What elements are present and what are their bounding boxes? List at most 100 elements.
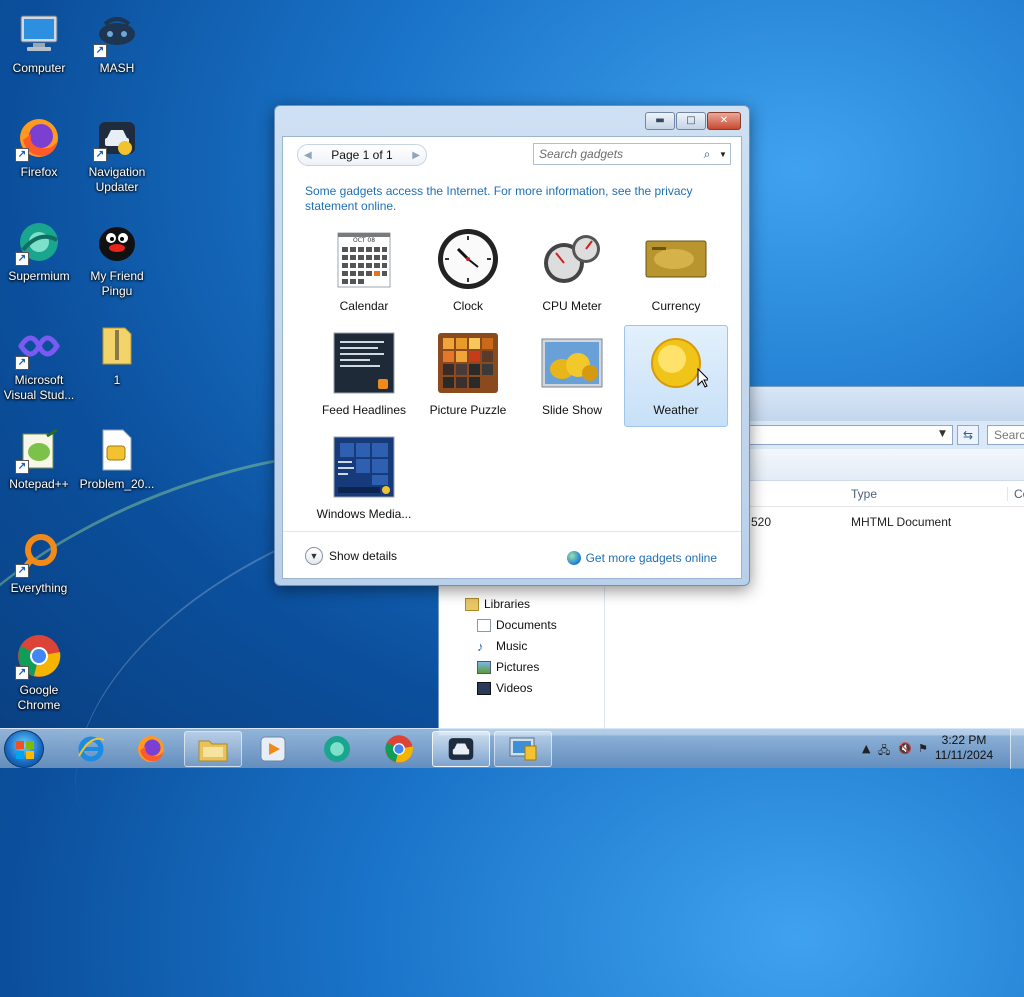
clock-time: 3:22 PM bbox=[941, 733, 987, 747]
nav-item-videos[interactable]: Videos bbox=[477, 681, 532, 695]
taskbar-internet-explorer[interactable] bbox=[62, 731, 120, 767]
explorer-search-input[interactable]: Searc bbox=[987, 425, 1024, 445]
gadget-cpu-meter[interactable]: CPU Meter bbox=[520, 221, 624, 323]
nav-item-documents[interactable]: Documents bbox=[477, 618, 557, 632]
desktop-gadgets-icon bbox=[509, 737, 537, 761]
clock-icon bbox=[436, 227, 500, 291]
shortcut-arrow-icon: ↗ bbox=[15, 666, 29, 680]
get-more-gadgets-label: Get more gadgets online bbox=[585, 551, 717, 565]
taskbar-gadgets[interactable] bbox=[494, 731, 552, 767]
clock[interactable]: 3:22 PM 11/11/2024 bbox=[924, 733, 1004, 763]
desktop-icon-supermium[interactable]: ↗ Supermium bbox=[0, 218, 78, 284]
nav-item-label: Documents bbox=[496, 618, 557, 632]
everything-search-icon: ↗ bbox=[15, 530, 63, 578]
footer-divider bbox=[283, 531, 741, 532]
taskbar-chrome[interactable] bbox=[370, 731, 428, 767]
maximize-button[interactable]: □ bbox=[676, 112, 706, 130]
gadget-currency[interactable]: Currency bbox=[624, 221, 728, 323]
search-icon[interactable]: ⌕ bbox=[698, 147, 716, 162]
chrome-icon bbox=[385, 735, 413, 763]
shortcut-arrow-icon: ↗ bbox=[15, 356, 29, 370]
network-icon[interactable]: 🖧 bbox=[878, 742, 890, 761]
show-details-label: Show details bbox=[329, 549, 398, 563]
address-dropdown-icon[interactable]: ▼ bbox=[939, 429, 946, 439]
nav-item-libraries[interactable]: Libraries bbox=[465, 597, 530, 611]
previous-page-icon[interactable]: ◀ bbox=[304, 150, 312, 161]
desktop-icon-label: Problem_20... bbox=[79, 477, 155, 491]
shortcut-arrow-icon: ↗ bbox=[15, 564, 29, 578]
desktop-icon-computer[interactable]: Computer bbox=[0, 10, 78, 76]
refresh-button[interactable]: ⇆ bbox=[957, 425, 979, 445]
taskbar-media-player[interactable] bbox=[244, 731, 302, 767]
firefox-icon: ↗ bbox=[15, 114, 63, 162]
gadget-label: Picture Puzzle bbox=[429, 403, 507, 417]
desktop-icon-google-chrome[interactable]: ↗ Google Chrome bbox=[0, 632, 78, 713]
taskbar-firefox[interactable] bbox=[122, 731, 180, 767]
taskbar-navigation-updater[interactable] bbox=[432, 731, 490, 767]
show-details-toggle[interactable]: ▼ Show details bbox=[305, 547, 397, 565]
gadget-feed-headlines[interactable]: Feed Headlines bbox=[312, 325, 416, 427]
gadget-picture-puzzle[interactable]: Picture Puzzle bbox=[416, 325, 520, 427]
desktop-icon-label: Notepad++ bbox=[9, 477, 69, 491]
privacy-info-link[interactable]: Some gadgets access the Internet. For mo… bbox=[305, 184, 725, 214]
search-gadgets-input[interactable]: Search gadgets ⌕ ▼ bbox=[533, 143, 731, 165]
desktop-icon-firefox[interactable]: ↗ Firefox bbox=[0, 114, 78, 180]
show-hidden-icons-icon[interactable]: ▲ bbox=[862, 742, 870, 755]
page-navigator: ◀ Page 1 of 1 ▶ bbox=[297, 144, 427, 166]
shortcut-arrow-icon: ↗ bbox=[15, 252, 29, 266]
navigation-updater-icon bbox=[448, 738, 474, 760]
firefox-icon bbox=[138, 736, 164, 762]
folder-icon bbox=[198, 740, 228, 762]
gadget-label: Currency bbox=[651, 299, 701, 313]
close-button[interactable]: ✕ bbox=[707, 112, 741, 130]
gadget-clock[interactable]: Clock bbox=[416, 221, 520, 323]
gadget-windows-media[interactable]: Windows Media... bbox=[312, 429, 416, 531]
currency-icon bbox=[644, 227, 708, 291]
zip-folder-icon bbox=[93, 322, 141, 370]
nav-item-music[interactable]: ♪ Music bbox=[477, 639, 527, 653]
windows-logo-icon bbox=[16, 741, 34, 759]
libraries-icon bbox=[465, 597, 479, 611]
nav-item-pictures[interactable]: Pictures bbox=[477, 660, 539, 674]
desktop-icon-my-friend-pingu[interactable]: My Friend Pingu bbox=[78, 218, 156, 299]
get-more-gadgets-link[interactable]: Get more gadgets online bbox=[566, 551, 717, 565]
nav-item-label: Pictures bbox=[496, 660, 540, 674]
shortcut-arrow-icon: ↗ bbox=[93, 44, 107, 58]
taskbar-file-explorer[interactable] bbox=[184, 731, 242, 767]
gadget-slide-show[interactable]: Slide Show bbox=[520, 325, 624, 427]
volume-muted-icon[interactable]: 🔇 bbox=[898, 742, 912, 755]
mash-icon: ↗ bbox=[93, 10, 141, 58]
slide-show-icon bbox=[540, 331, 604, 395]
desktop-icon-label: Navigation Updater bbox=[88, 165, 146, 194]
column-header-type[interactable]: Type bbox=[851, 487, 877, 501]
desktop-icon-1[interactable]: 1 bbox=[78, 322, 156, 388]
desktop-icon-everything[interactable]: ↗ Everything bbox=[0, 530, 78, 596]
show-desktop-button[interactable] bbox=[1010, 729, 1024, 769]
pictures-icon bbox=[477, 660, 491, 674]
windows-media-icon bbox=[332, 435, 396, 499]
minimize-button[interactable]: ▬ bbox=[645, 112, 675, 130]
desktop-icon-problem-file[interactable]: Problem_20... bbox=[78, 426, 156, 492]
gadget-label: Feed Headlines bbox=[321, 403, 407, 417]
desktop-icon-label: MASH bbox=[99, 61, 135, 75]
desktop-icon-notepad-plus-plus[interactable]: ↗ Notepad++ bbox=[0, 426, 78, 492]
desktop-icon-label: Everything bbox=[10, 581, 68, 595]
desktop-icon-mash[interactable]: ↗ MASH bbox=[78, 10, 156, 76]
gadget-calendar[interactable]: OCT 08 Calendar bbox=[312, 221, 416, 323]
shortcut-arrow-icon: ↗ bbox=[15, 148, 29, 162]
desktop-icon-navigation-updater[interactable]: ↗ Navigation Updater bbox=[78, 114, 156, 195]
next-page-icon[interactable]: ▶ bbox=[412, 150, 420, 161]
start-button[interactable] bbox=[4, 730, 44, 768]
gadget-gallery-window[interactable]: ▬ □ ✕ ◀ Page 1 of 1 ▶ Search gadgets ⌕ ▼… bbox=[274, 105, 750, 586]
picture-puzzle-icon bbox=[436, 331, 500, 395]
search-dropdown-icon[interactable]: ▼ bbox=[716, 150, 730, 159]
shortcut-arrow-icon: ↗ bbox=[15, 460, 29, 474]
desktop-icon-visual-studio[interactable]: ↗ Microsoft Visual Stud... bbox=[0, 322, 78, 403]
gadget-weather[interactable]: Weather bbox=[624, 325, 728, 427]
shortcut-arrow-icon: ↗ bbox=[93, 148, 107, 162]
globe-icon bbox=[566, 551, 581, 565]
gadget-label: Clock bbox=[452, 299, 483, 313]
column-header-co[interactable]: Co bbox=[1007, 487, 1024, 501]
taskbar-supermium[interactable] bbox=[308, 731, 366, 767]
supermium-icon: ↗ bbox=[15, 218, 63, 266]
